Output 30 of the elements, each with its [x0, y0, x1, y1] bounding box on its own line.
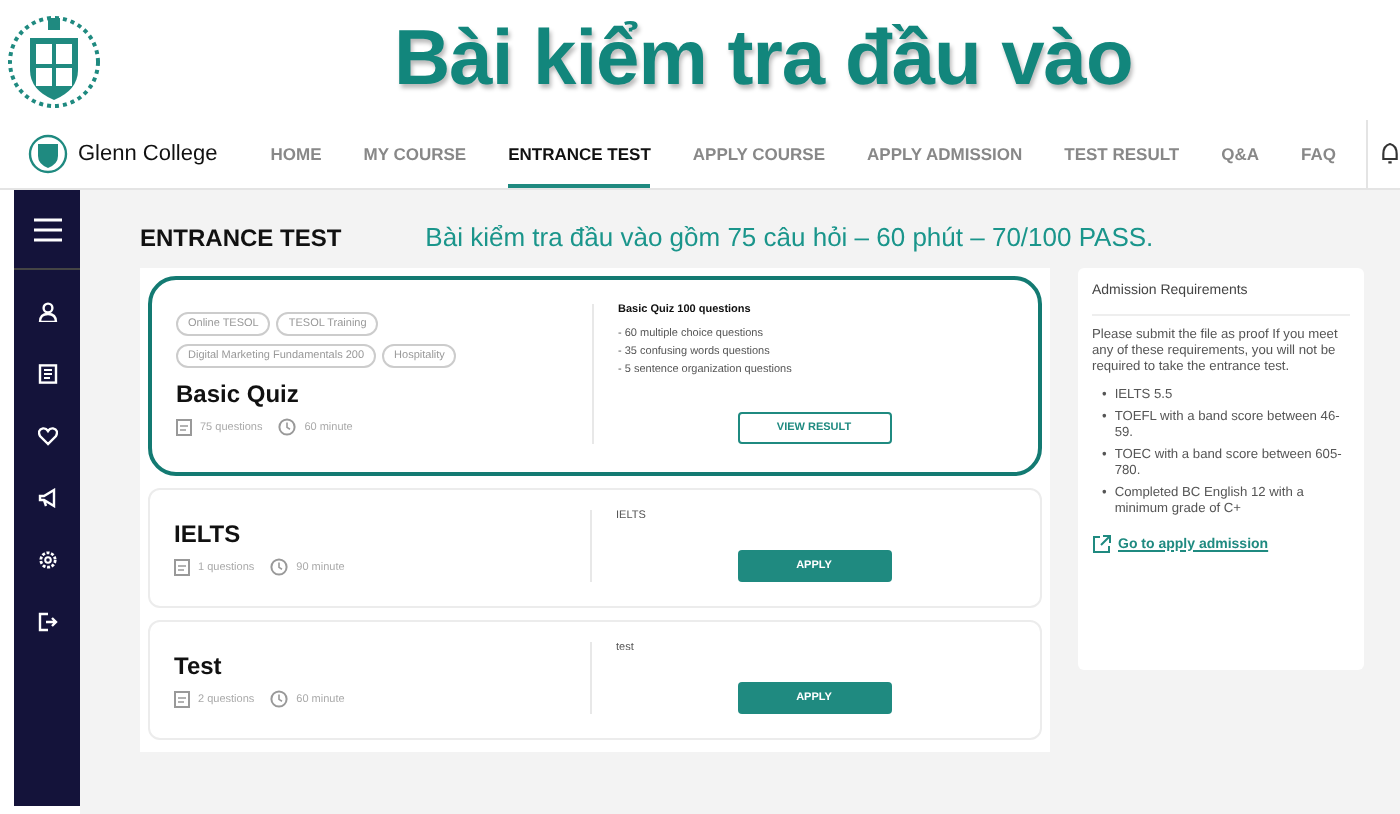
- nav-tab[interactable]: HOME: [270, 120, 322, 188]
- clock-icon: [278, 418, 297, 436]
- megaphone-icon[interactable]: [37, 488, 57, 508]
- test-title: Basic Quiz: [176, 380, 301, 408]
- document-icon[interactable]: [37, 364, 57, 384]
- logout-icon[interactable]: [37, 612, 57, 632]
- annotation-note: Bài kiểm tra đầu vào gồm 75 câu hỏi – 60 phút – 70/100 PASS.: [425, 222, 1154, 252]
- nav-tab[interactable]: FAQ: [1301, 120, 1336, 188]
- clipboard-icon: [174, 558, 190, 576]
- brand-name[interactable]: Glenn College: [78, 142, 218, 166]
- test-title: Test: [174, 652, 224, 680]
- clock-icon: [270, 558, 289, 576]
- clock-icon: [270, 690, 289, 708]
- nav-tab[interactable]: APPLY COURSE: [692, 120, 826, 188]
- test-title: IELTS: [174, 520, 243, 548]
- nav-tab[interactable]: TEST RESULT: [1064, 120, 1180, 188]
- nav-tab[interactable]: APPLY ADMISSION: [867, 120, 1023, 188]
- page-heading: ENTRANCE TEST: [140, 224, 342, 252]
- clipboard-icon: [174, 690, 190, 708]
- college-logo: [28, 134, 68, 174]
- bell-icon[interactable]: [1380, 140, 1400, 168]
- slide-title: Bài kiểm tra đầu vào: [394, 16, 1133, 104]
- user-icon[interactable]: [37, 302, 57, 322]
- external-link-icon: [1092, 534, 1112, 554]
- nav-tab[interactable]: Q&A: [1221, 120, 1260, 188]
- menu-icon[interactable]: [33, 218, 61, 242]
- settings-icon[interactable]: [37, 550, 57, 570]
- clipboard-icon: [176, 418, 192, 436]
- heart-icon[interactable]: [37, 426, 57, 446]
- nav-tab[interactable]: MY COURSE: [363, 120, 467, 188]
